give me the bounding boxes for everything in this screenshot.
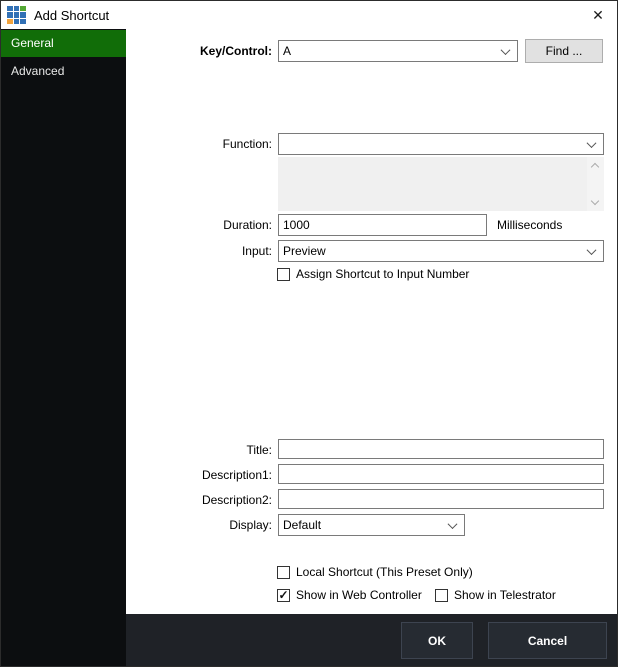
window-title: Add Shortcut (34, 8, 109, 23)
display-select[interactable]: Default (278, 514, 465, 536)
app-grid-cell (20, 12, 26, 18)
close-icon[interactable]: ✕ (587, 5, 609, 25)
app-grid-cell (7, 19, 13, 25)
tab-advanced[interactable]: Advanced (1, 57, 126, 86)
duration-label: Duration: (126, 217, 272, 233)
ok-button[interactable]: OK (401, 622, 473, 659)
app-grid-cell (20, 19, 26, 25)
app-grid-cell (7, 6, 13, 12)
add-shortcut-dialog: Add Shortcut ✕ General Advanced Key/Cont… (0, 0, 618, 667)
chevron-down-icon (587, 245, 597, 255)
dialog-footer: OK Cancel (126, 614, 617, 667)
app-grid-icon (7, 6, 26, 25)
function-select[interactable] (278, 133, 604, 155)
telestrator-label: Show in Telestrator (454, 588, 556, 602)
input-value: Preview (283, 244, 326, 258)
chevron-down-icon (448, 519, 458, 529)
input-select[interactable]: Preview (278, 240, 604, 262)
chevron-down-icon (587, 138, 597, 148)
title-bar: Add Shortcut ✕ (1, 1, 617, 29)
checkbox-icon[interactable] (277, 566, 290, 579)
local-shortcut-checkbox[interactable]: Local Shortcut (This Preset Only) (277, 565, 473, 579)
checkbox-checked-icon[interactable]: ✓ (277, 589, 290, 602)
key-control-label: Key/Control: (126, 43, 272, 59)
tab-general[interactable]: General (1, 30, 126, 57)
display-label: Display: (126, 517, 272, 533)
display-value: Default (283, 518, 321, 532)
milliseconds-label: Milliseconds (497, 217, 562, 233)
app-grid-cell (14, 6, 20, 12)
web-controller-checkbox[interactable]: ✓ Show in Web Controller (277, 588, 422, 602)
general-panel: Key/Control: A Find ... Function: (126, 29, 617, 614)
sidebar: General Advanced (1, 29, 126, 666)
scrollbar[interactable] (587, 157, 604, 211)
key-control-select[interactable]: A (278, 40, 518, 62)
chevron-down-icon (501, 45, 511, 55)
key-control-value: A (283, 44, 291, 58)
app-grid-cell (14, 19, 20, 25)
title-input[interactable] (278, 439, 604, 459)
function-description-panel (278, 157, 604, 211)
web-controller-label: Show in Web Controller (296, 588, 422, 602)
description1-label: Description1: (126, 467, 272, 483)
local-shortcut-label: Local Shortcut (This Preset Only) (296, 565, 473, 579)
app-grid-cell (20, 6, 26, 12)
checkbox-icon[interactable] (435, 589, 448, 602)
checkbox-icon[interactable] (277, 268, 290, 281)
scroll-up-icon[interactable] (591, 163, 599, 171)
duration-input[interactable] (278, 214, 487, 236)
description2-label: Description2: (126, 492, 272, 508)
title-label: Title: (126, 442, 272, 458)
app-grid-cell (14, 12, 20, 18)
scroll-down-icon[interactable] (591, 197, 599, 205)
description1-input[interactable] (278, 464, 604, 484)
assign-input-number-checkbox[interactable]: Assign Shortcut to Input Number (277, 267, 469, 281)
telestrator-checkbox[interactable]: Show in Telestrator (435, 588, 556, 602)
app-grid-cell (7, 12, 13, 18)
input-label: Input: (126, 243, 272, 259)
function-label: Function: (126, 136, 272, 152)
find-button[interactable]: Find ... (525, 39, 603, 63)
description2-input[interactable] (278, 489, 604, 509)
assign-input-number-label: Assign Shortcut to Input Number (296, 267, 469, 281)
cancel-button[interactable]: Cancel (488, 622, 607, 659)
